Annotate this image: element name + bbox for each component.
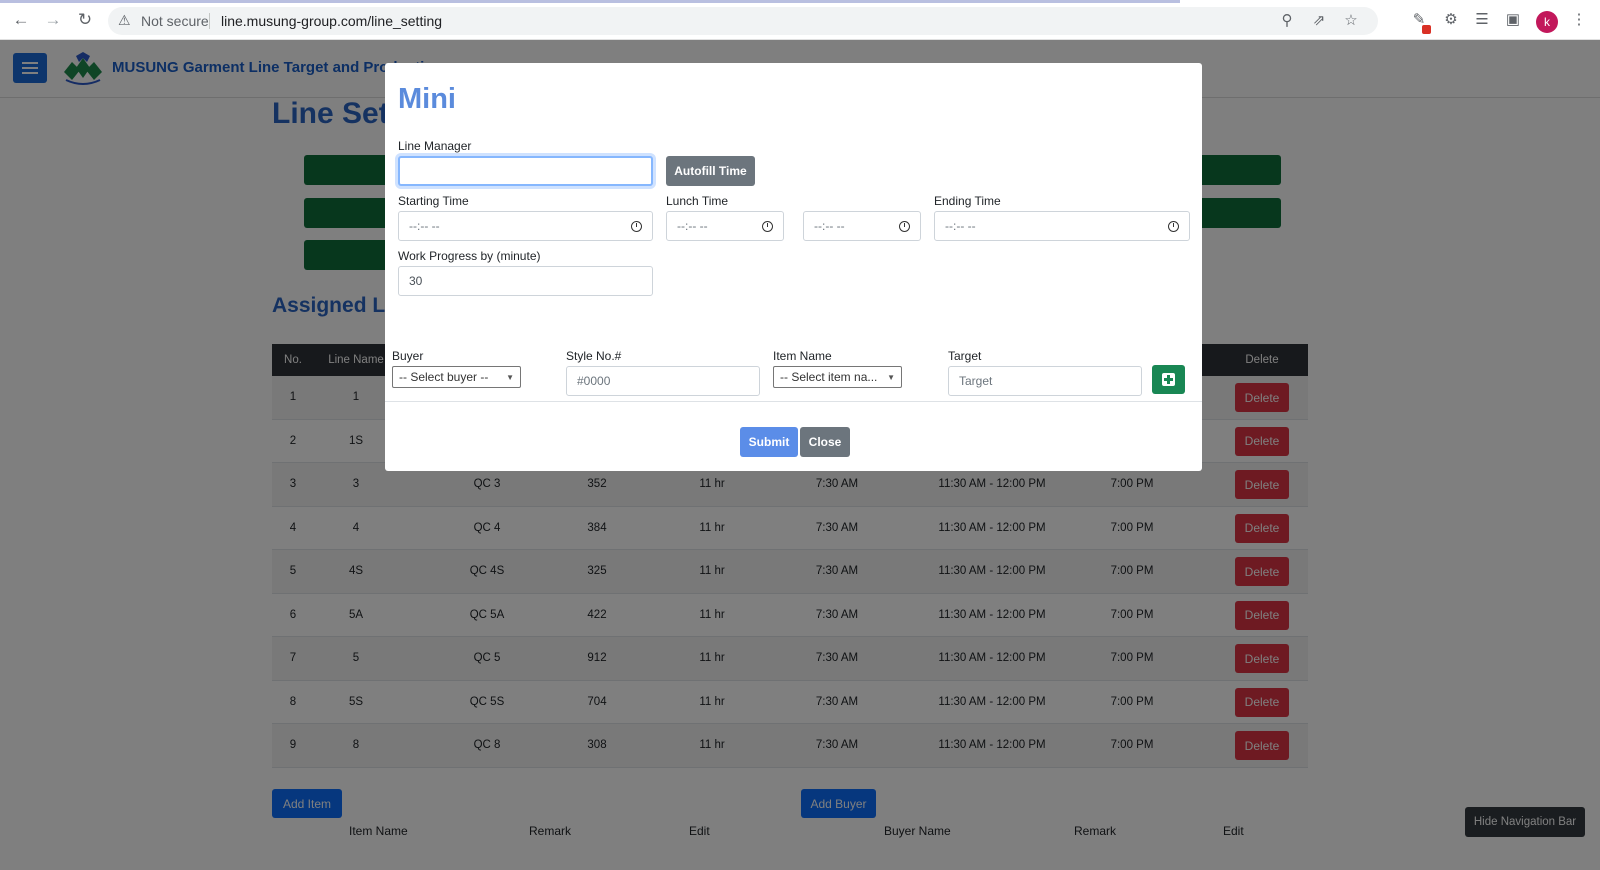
chevron-down-icon: ▼ [506, 372, 514, 382]
clock-icon[interactable] [899, 220, 910, 232]
extension-badge [1422, 25, 1431, 34]
clock-icon[interactable] [1168, 220, 1179, 232]
starting-time-placeholder: --:-- -- [409, 219, 440, 233]
buyer-selected-value: -- Select buyer -- [399, 370, 489, 384]
style-no-label: Style No.# [566, 349, 622, 363]
clock-icon[interactable] [631, 220, 642, 232]
ending-time-placeholder: --:-- -- [945, 219, 976, 233]
starting-time-label: Starting Time [398, 194, 469, 208]
starting-time-input[interactable]: --:-- -- [398, 211, 653, 241]
reload-icon[interactable]: ↻ [75, 10, 95, 30]
submit-button[interactable]: Submit [740, 427, 798, 457]
work-progress-label: Work Progress by (minute) [398, 249, 541, 263]
warning-icon: ⚠ [118, 12, 131, 28]
forward-icon[interactable]: → [43, 10, 63, 30]
security-label[interactable]: Not secure [141, 13, 209, 29]
ending-time-input[interactable]: --:-- -- [934, 211, 1190, 241]
style-no-input[interactable]: #0000 [566, 366, 760, 396]
item-name-select[interactable]: -- Select item na... ▼ [773, 366, 902, 388]
modal-footer-divider [385, 401, 1202, 402]
back-icon[interactable]: ← [11, 10, 31, 30]
share-icon[interactable]: ⇗ [1310, 12, 1328, 30]
lunch-end-placeholder: --:-- -- [814, 219, 845, 233]
add-row-button[interactable] [1152, 365, 1185, 394]
kebab-menu-icon[interactable]: ⋮ [1570, 11, 1588, 29]
zoom-icon[interactable]: ⚲ [1278, 12, 1296, 30]
plus-square-icon [1162, 373, 1175, 386]
browser-toolbar: ← → ↻ ⚠ Not secure line.musung-group.com… [0, 0, 1600, 40]
autofill-time-button[interactable]: Autofill Time [666, 156, 755, 186]
omnibox-separator [209, 13, 210, 29]
star-icon[interactable]: ☆ [1342, 12, 1360, 30]
lunch-start-input[interactable]: --:-- -- [666, 211, 784, 241]
lunch-end-input[interactable]: --:-- -- [803, 211, 921, 241]
line-manager-input[interactable] [398, 156, 653, 186]
side-panel-icon[interactable]: ▣ [1504, 11, 1522, 29]
reading-list-icon[interactable]: ☰ [1473, 11, 1491, 29]
buyer-label: Buyer [392, 349, 424, 363]
puzzle-icon[interactable]: ⚙ [1442, 11, 1460, 29]
clock-icon[interactable] [762, 220, 773, 232]
page-load-progress [0, 0, 1180, 3]
ending-time-label: Ending Time [934, 194, 1001, 208]
close-button[interactable]: Close [800, 427, 850, 457]
line-manager-label: Line Manager [398, 139, 472, 153]
chevron-down-icon: ▼ [887, 372, 895, 382]
address-bar[interactable]: ⚠ Not secure line.musung-group.com/line_… [108, 7, 1378, 35]
url-text[interactable]: line.musung-group.com/line_setting [221, 13, 442, 29]
item-name-label: Item Name [773, 349, 832, 363]
target-input[interactable]: Target [948, 366, 1142, 396]
line-setting-modal: Mini Line Manager Autofill Time Starting… [385, 63, 1202, 471]
item-selected-value: -- Select item na... [780, 370, 878, 384]
lunch-start-placeholder: --:-- -- [677, 219, 708, 233]
buyer-select[interactable]: -- Select buyer -- ▼ [392, 366, 521, 388]
target-label: Target [948, 349, 982, 363]
lunch-time-label: Lunch Time [666, 194, 729, 208]
profile-avatar[interactable]: k [1536, 11, 1558, 33]
modal-title: Mini [398, 83, 456, 115]
work-progress-input[interactable]: 30 [398, 266, 653, 296]
